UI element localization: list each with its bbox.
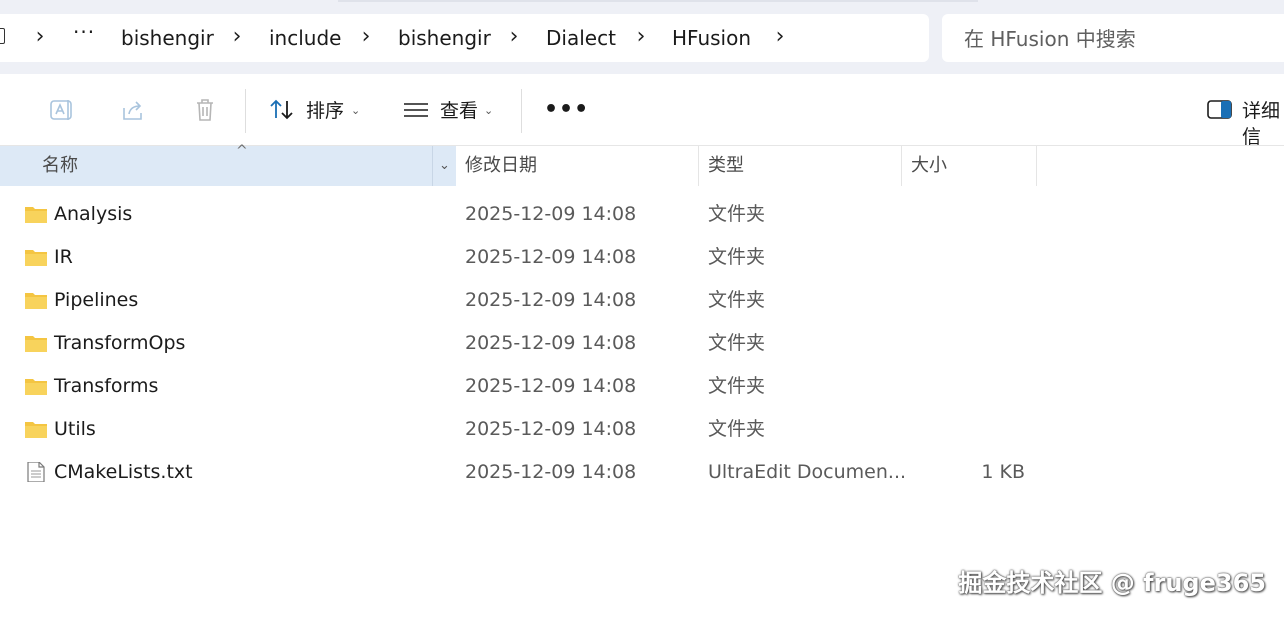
file-size: 1 KB [981,461,1025,483]
file-row[interactable]: Analysis 2025-12-09 14:08 文件夹 [0,192,1284,235]
breadcrumb-item-include[interactable]: include [269,24,341,52]
sort-ascending-icon: ^ [236,143,248,159]
file-date: 2025-12-09 14:08 [465,332,637,354]
column-header-row: ^ 名称 ⌄ 修改日期 类型 大小 [0,143,1284,186]
details-pane-button[interactable]: 详细信 [1242,98,1284,150]
file-name[interactable]: Transforms [54,373,158,399]
file-date: 2025-12-09 14:08 [465,461,637,483]
folder-icon [25,293,47,309]
rename-icon[interactable] [47,96,75,124]
chevron-down-icon[interactable]: ⌄ [351,104,360,117]
file-name[interactable]: Pipelines [54,287,138,313]
folder-icon [25,250,47,266]
sort-button[interactable]: 排序 [306,98,344,124]
breadcrumb-item-dialect[interactable]: Dialect [546,24,616,52]
file-date: 2025-12-09 14:08 [465,289,637,311]
column-header-type[interactable]: 类型 [708,154,744,178]
breadcrumb-item-bishengir[interactable]: bishengir [121,24,214,52]
breadcrumb-item-hfusion[interactable]: HFusion [672,24,751,52]
column-divider[interactable] [901,146,902,186]
column-header-name-label: 名称 [42,155,78,176]
file-name[interactable]: Analysis [54,201,132,227]
details-pane-icon[interactable] [1206,96,1234,124]
file-name[interactable]: CMakeLists.txt [54,459,193,485]
chevron-right-icon[interactable]: › [229,26,245,48]
sort-icon[interactable] [268,96,296,124]
file-type: UltraEdit Documen... [708,461,907,483]
column-header-date[interactable]: 修改日期 [465,154,537,178]
delete-icon[interactable] [191,96,219,124]
chevron-right-icon[interactable]: › [772,26,788,48]
file-type: 文件夹 [708,246,766,268]
file-type: 文件夹 [708,418,766,440]
chevron-right-icon[interactable]: › [32,26,48,48]
breadcrumb-item-bishengir-2[interactable]: bishengir [398,24,491,52]
folder-icon [25,422,47,438]
view-icon[interactable] [402,96,430,124]
file-type: 文件夹 [708,332,766,354]
breadcrumb-overflow-button[interactable]: ··· [73,20,95,44]
file-row[interactable]: CMakeLists.txt 2025-12-09 14:08 UltraEdi… [0,450,1284,493]
file-name[interactable]: IR [54,244,73,270]
search-input[interactable] [962,24,1276,54]
file-date: 2025-12-09 14:08 [465,375,637,397]
file-row[interactable]: Utils 2025-12-09 14:08 文件夹 [0,407,1284,450]
file-date: 2025-12-09 14:08 [465,418,637,440]
more-options-button[interactable]: ••• [544,97,589,122]
file-type: 文件夹 [708,375,766,397]
tab-strip-edge [338,0,978,2]
file-date: 2025-12-09 14:08 [465,246,637,268]
folder-icon [25,207,47,223]
file-row[interactable]: IR 2025-12-09 14:08 文件夹 [0,235,1284,278]
toolbar-divider [521,89,522,133]
text-file-icon [27,462,45,482]
file-row[interactable]: Pipelines 2025-12-09 14:08 文件夹 [0,278,1284,321]
file-date: 2025-12-09 14:08 [465,203,637,225]
file-row[interactable]: TransformOps 2025-12-09 14:08 文件夹 [0,321,1284,364]
watermark: 掘金技术社区 @ fruge365 [958,569,1266,597]
column-header-size[interactable]: 大小 [911,154,947,178]
column-divider[interactable] [1036,146,1037,186]
view-button[interactable]: 查看 [440,98,478,124]
file-type: 文件夹 [708,289,766,311]
column-divider[interactable] [698,146,699,186]
file-name[interactable]: TransformOps [54,330,185,356]
column-filter-button[interactable]: ⌄ [432,146,456,186]
file-row[interactable]: Transforms 2025-12-09 14:08 文件夹 [0,364,1284,407]
folder-icon [25,379,47,395]
chevron-right-icon[interactable]: › [633,26,649,48]
file-type: 文件夹 [708,203,766,225]
folder-icon [25,336,47,352]
chevron-down-icon[interactable]: ⌄ [484,104,493,117]
file-name[interactable]: Utils [54,416,96,442]
chevron-right-icon[interactable]: › [358,26,374,48]
toolbar-divider [245,89,246,133]
share-icon[interactable] [119,96,147,124]
location-icon[interactable] [0,28,5,44]
chevron-right-icon[interactable]: › [506,26,522,48]
